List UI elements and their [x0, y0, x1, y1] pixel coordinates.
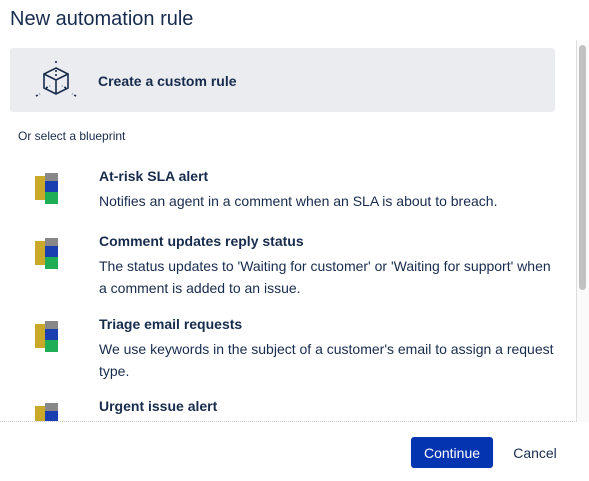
rule-list: Create a custom rule Or select a bluepri…	[0, 40, 577, 422]
cancel-button[interactable]: Cancel	[503, 437, 567, 468]
blueprint-cubes-icon	[35, 173, 58, 204]
blueprint-title: Urgent issue alert	[99, 398, 218, 414]
dialog-title: New automation rule	[10, 8, 194, 30]
blueprint-title: Comment updates reply status	[99, 233, 304, 249]
blueprint-title: Triage email requests	[99, 316, 243, 332]
custom-rule-label: Create a custom rule	[98, 73, 237, 89]
blueprint-cubes-icon	[35, 321, 58, 352]
blueprint-description: The status updates to 'Waiting for custo…	[99, 258, 551, 296]
blueprint-title: At-risk SLA alert	[99, 168, 209, 184]
blueprint-description: We use keywords in the subject of a cust…	[99, 341, 554, 379]
blueprint-cubes-icon	[35, 403, 58, 421]
blueprint-heading: Or select a blueprint	[18, 129, 126, 143]
scrollbar-thumb[interactable]	[579, 45, 586, 290]
create-custom-rule-button[interactable]: Create a custom rule	[10, 48, 555, 112]
blueprint-cubes-icon	[35, 238, 58, 269]
continue-button[interactable]: Continue	[411, 437, 493, 468]
blueprint-description: Notifies an agent in a comment when an S…	[99, 193, 498, 209]
cube-icon	[35, 61, 77, 97]
